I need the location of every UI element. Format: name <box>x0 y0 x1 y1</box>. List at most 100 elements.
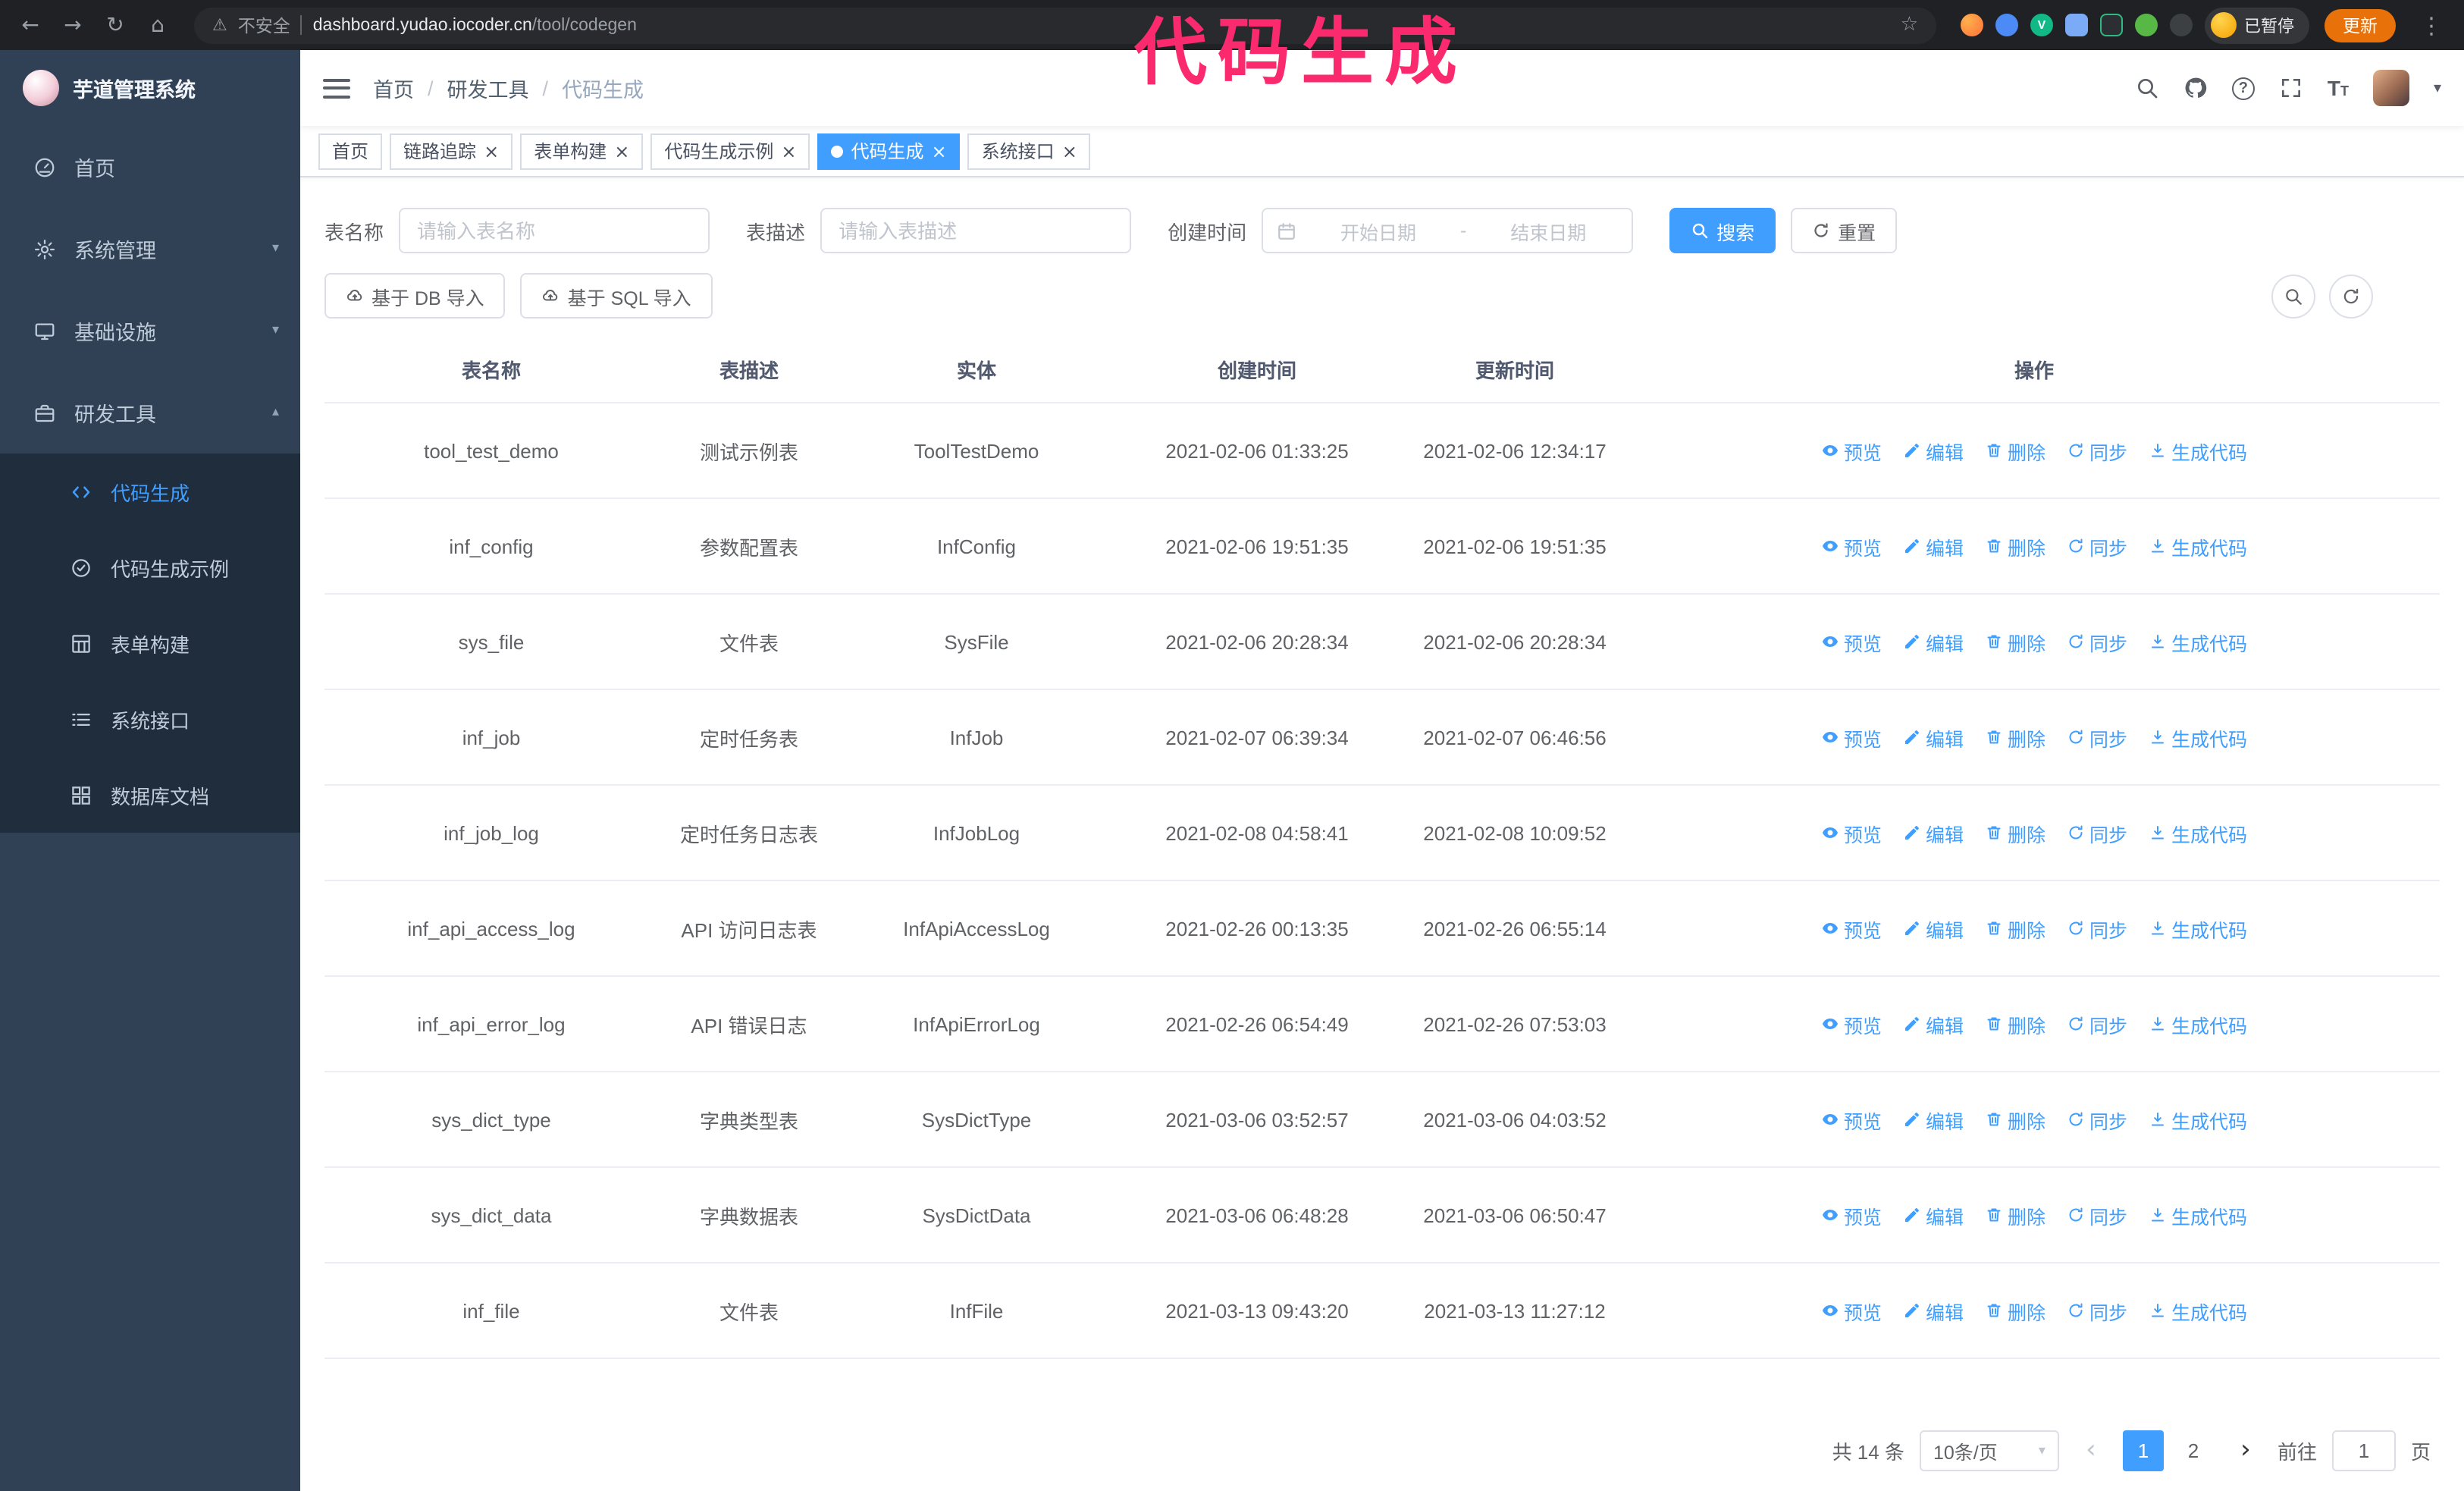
tab-首页[interactable]: 首页 <box>318 133 383 169</box>
action-sync-link[interactable]: 同步 <box>2067 818 2127 847</box>
browser-back-icon[interactable]: ← <box>12 7 49 43</box>
action-sync-link[interactable]: 同步 <box>2067 1105 2127 1134</box>
action-preview-link[interactable]: 预览 <box>1821 532 1882 560</box>
refresh-table-button[interactable] <box>2329 274 2373 318</box>
action-generate-link[interactable]: 生成代码 <box>2149 627 2247 656</box>
tab-表单构建[interactable]: 表单构建 × <box>520 133 644 169</box>
tab-close-icon[interactable]: × <box>484 142 499 160</box>
table-desc-input[interactable] <box>820 208 1132 253</box>
action-edit-link[interactable]: 编辑 <box>1903 1105 1964 1134</box>
action-edit-link[interactable]: 编辑 <box>1903 436 1964 465</box>
action-sync-link[interactable]: 同步 <box>2067 1296 2127 1325</box>
browser-extension-icon[interactable]: V <box>2030 14 2053 36</box>
action-delete-link[interactable]: 删除 <box>1985 436 2045 465</box>
action-generate-link[interactable]: 生成代码 <box>2149 723 2247 752</box>
action-generate-link[interactable]: 生成代码 <box>2149 1105 2247 1134</box>
app-logo[interactable]: 芋道管理系统 <box>0 50 300 126</box>
action-delete-link[interactable]: 删除 <box>1985 1009 2045 1038</box>
action-sync-link[interactable]: 同步 <box>2067 1009 2127 1038</box>
action-delete-link[interactable]: 删除 <box>1985 914 2045 943</box>
breadcrumb-item-devtools[interactable]: 研发工具 <box>447 73 529 103</box>
create-time-range-picker[interactable]: 开始日期 - 结束日期 <box>1262 208 1634 253</box>
reset-button[interactable]: 重置 <box>1791 208 1898 253</box>
action-preview-link[interactable]: 预览 <box>1821 723 1882 752</box>
font-size-icon[interactable]: TT <box>2328 76 2349 100</box>
goto-page-input[interactable] <box>2331 1430 2396 1471</box>
help-icon[interactable]: ? <box>2231 77 2255 99</box>
sidebar-item-codegen-example[interactable]: 代码生成示例 <box>0 529 300 605</box>
breadcrumb-item-home[interactable]: 首页 <box>373 73 414 103</box>
action-edit-link[interactable]: 编辑 <box>1903 1009 1964 1038</box>
action-sync-link[interactable]: 同步 <box>2067 436 2127 465</box>
import-sql-button[interactable]: 基于 SQL 导入 <box>520 273 713 319</box>
action-sync-link[interactable]: 同步 <box>2067 627 2127 656</box>
tab-系统接口[interactable]: 系统接口 × <box>967 133 1091 169</box>
search-button[interactable]: 搜索 <box>1669 208 1776 253</box>
action-delete-link[interactable]: 删除 <box>1985 532 2045 560</box>
sidebar-item-db-docs[interactable]: 数据库文档 <box>0 757 300 833</box>
table-name-input[interactable] <box>399 208 710 253</box>
action-generate-link[interactable]: 生成代码 <box>2149 818 2247 847</box>
chevron-down-icon[interactable]: ▾ <box>2434 80 2441 96</box>
sidebar-item-system-management[interactable]: 系统管理 ▾ <box>0 208 300 290</box>
prev-page-button[interactable]: ‹ <box>2074 1430 2108 1471</box>
page-button-2[interactable]: 2 <box>2172 1430 2214 1471</box>
action-generate-link[interactable]: 生成代码 <box>2149 532 2247 560</box>
action-preview-link[interactable]: 预览 <box>1821 436 1882 465</box>
action-delete-link[interactable]: 删除 <box>1985 723 2045 752</box>
browser-extension-icon[interactable] <box>1961 14 1983 36</box>
browser-extension-icon[interactable] <box>2170 14 2193 36</box>
search-icon[interactable] <box>2135 76 2159 100</box>
action-edit-link[interactable]: 编辑 <box>1903 532 1964 560</box>
browser-home-icon[interactable]: ⌂ <box>140 7 176 43</box>
sidebar-item-form-builder[interactable]: 表单构建 <box>0 605 300 681</box>
tab-链路追踪[interactable]: 链路追踪 × <box>390 133 513 169</box>
tab-close-icon[interactable]: × <box>932 142 947 160</box>
bookmark-star-icon[interactable]: ☆ <box>1901 14 1918 36</box>
action-delete-link[interactable]: 删除 <box>1985 818 2045 847</box>
github-icon[interactable] <box>2183 76 2208 100</box>
browser-reload-icon[interactable]: ↻ <box>97 7 133 43</box>
browser-forward-icon[interactable]: → <box>55 7 91 43</box>
tab-代码生成[interactable]: 代码生成 × <box>817 133 961 169</box>
action-sync-link[interactable]: 同步 <box>2067 914 2127 943</box>
action-edit-link[interactable]: 编辑 <box>1903 1296 1964 1325</box>
sidebar-item-codegen[interactable]: 代码生成 <box>0 454 300 529</box>
action-delete-link[interactable]: 删除 <box>1985 1296 2045 1325</box>
sidebar-item-home[interactable]: 首页 <box>0 126 300 208</box>
action-sync-link[interactable]: 同步 <box>2067 532 2127 560</box>
browser-extension-icon[interactable] <box>2100 14 2123 36</box>
action-delete-link[interactable]: 删除 <box>1985 627 2045 656</box>
action-preview-link[interactable]: 预览 <box>1821 1201 1882 1229</box>
tab-close-icon[interactable]: × <box>614 142 629 160</box>
sidebar-item-devtools[interactable]: 研发工具 ▴ <box>0 372 300 454</box>
browser-extension-icon[interactable] <box>2135 14 2158 36</box>
action-preview-link[interactable]: 预览 <box>1821 1009 1882 1038</box>
sidebar-item-system-api[interactable]: 系统接口 <box>0 681 300 757</box>
action-preview-link[interactable]: 预览 <box>1821 627 1882 656</box>
action-edit-link[interactable]: 编辑 <box>1903 723 1964 752</box>
action-sync-link[interactable]: 同步 <box>2067 723 2127 752</box>
browser-profile-chip[interactable]: 已暂停 <box>2205 7 2309 43</box>
action-delete-link[interactable]: 删除 <box>1985 1105 2045 1134</box>
tab-close-icon[interactable]: × <box>781 142 796 160</box>
action-delete-link[interactable]: 删除 <box>1985 1201 2045 1229</box>
action-generate-link[interactable]: 生成代码 <box>2149 436 2247 465</box>
browser-extension-icon[interactable] <box>1995 14 2018 36</box>
action-sync-link[interactable]: 同步 <box>2067 1201 2127 1229</box>
action-generate-link[interactable]: 生成代码 <box>2149 1296 2247 1325</box>
action-generate-link[interactable]: 生成代码 <box>2149 1009 2247 1038</box>
sidebar-toggle-icon[interactable] <box>323 78 350 98</box>
page-size-select[interactable]: 10条/页 ▾ <box>1919 1430 2059 1471</box>
next-page-button[interactable]: › <box>2229 1430 2262 1471</box>
user-avatar[interactable] <box>2372 70 2409 106</box>
action-edit-link[interactable]: 编辑 <box>1903 1201 1964 1229</box>
sidebar-item-infrastructure[interactable]: 基础设施 ▾ <box>0 290 300 372</box>
action-edit-link[interactable]: 编辑 <box>1903 818 1964 847</box>
browser-extension-icon[interactable] <box>2065 14 2088 36</box>
fullscreen-icon[interactable] <box>2279 76 2303 100</box>
page-button-1[interactable]: 1 <box>2122 1430 2164 1471</box>
browser-menu-icon[interactable]: ⋮ <box>2411 11 2452 39</box>
tab-代码生成示例[interactable]: 代码生成示例 × <box>650 133 810 169</box>
action-preview-link[interactable]: 预览 <box>1821 1105 1882 1134</box>
